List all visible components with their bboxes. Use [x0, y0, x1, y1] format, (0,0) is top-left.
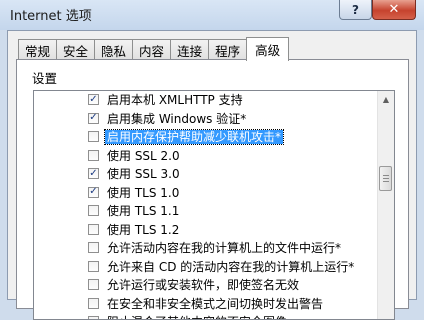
help-icon: ? — [352, 2, 359, 17]
setting-label: 允许运行或安装软件，即使签名无效 — [107, 278, 300, 292]
tab-connections-label: 连接 — [177, 43, 203, 59]
window-title: Internet 选项 — [10, 9, 92, 24]
tab-privacy-label: 隐私 — [101, 43, 127, 59]
setting-checkbox[interactable] — [88, 279, 99, 290]
tab-general[interactable]: 常规 — [18, 39, 58, 60]
tab-advanced[interactable]: 高级 — [246, 37, 290, 61]
setting-row[interactable]: 允许活动内容在我的计算机上的文件中运行* — [34, 239, 377, 258]
setting-row[interactable]: 阻止混合了其他内容的不安全图像 — [34, 313, 377, 319]
setting-row[interactable]: ✓ 启用本机 XMLHTTP 支持 — [34, 91, 377, 110]
setting-row[interactable]: 启用内存保护帮助减少联机攻击* — [34, 128, 377, 147]
advanced-panel: 设置 ✓ 启用本机 XMLHTTP 支持 ✓ 启用集成 Windows 验证* 启用内存… — [16, 59, 409, 320]
tab-strip: 常规 安全 隐私 内容 连接 程序 高级 — [18, 37, 290, 61]
setting-row[interactable]: 允许来自 CD 的活动内容在我的计算机上运行* — [34, 258, 377, 277]
settings-items: ✓ 启用本机 XMLHTTP 支持 ✓ 启用集成 Windows 验证* 启用内存保护帮… — [34, 91, 377, 319]
setting-label: 使用 TLS 1.1 — [107, 204, 180, 218]
close-icon: ✕ — [388, 2, 400, 17]
scroll-up-arrow-icon[interactable]: ▲ — [378, 91, 394, 108]
setting-row[interactable]: 在安全和非安全模式之间切换时发出警告 — [34, 295, 377, 314]
scrollbar-thumb[interactable] — [379, 166, 392, 191]
setting-label: 启用本机 XMLHTTP 支持 — [107, 93, 243, 107]
close-button[interactable]: ✕ — [372, 0, 416, 20]
setting-checkbox[interactable] — [88, 316, 99, 319]
tab-advanced-label: 高级 — [255, 43, 281, 58]
setting-checkbox[interactable] — [88, 242, 99, 253]
setting-checkbox[interactable]: ✓ — [88, 94, 99, 105]
tab-general-label: 常规 — [25, 43, 51, 59]
setting-checkbox[interactable] — [88, 131, 99, 142]
vertical-scrollbar[interactable]: ▲ — [377, 91, 394, 319]
setting-checkbox[interactable] — [88, 149, 99, 161]
setting-row[interactable]: 使用 TLS 1.1 — [34, 202, 377, 221]
setting-label: 允许来自 CD 的活动内容在我的计算机上运行* — [107, 259, 355, 274]
tab-security-label: 安全 — [63, 43, 89, 59]
setting-label: 启用内存保护帮助减少联机攻击* — [103, 129, 285, 145]
setting-label: 使用 SSL 2.0 — [107, 148, 180, 163]
setting-row[interactable]: ✓ 使用 TLS 1.0 — [34, 184, 377, 203]
setting-checkbox[interactable] — [88, 297, 99, 309]
setting-checkbox[interactable] — [88, 260, 99, 272]
checkmark-icon: ✓ — [89, 93, 98, 105]
setting-checkbox[interactable]: ✓ — [88, 112, 99, 124]
setting-label: 使用 TLS 1.0 — [107, 185, 180, 200]
setting-label: 启用集成 Windows 验证* — [107, 111, 247, 126]
setting-checkbox[interactable]: ✓ — [88, 186, 99, 198]
setting-row[interactable]: ✓ 使用 SSL 3.0 — [34, 165, 377, 184]
checkmark-icon: ✓ — [89, 112, 98, 123]
internet-options-dialog: 常规 安全 隐私 内容 连接 程序 高级 设置 ✓ 启用本机 XMLHTTP 支持… — [7, 30, 417, 320]
setting-label: 在安全和非安全模式之间切换时发出警告 — [107, 296, 324, 311]
tab-security[interactable]: 安全 — [56, 39, 96, 60]
tab-content[interactable]: 内容 — [132, 39, 172, 60]
setting-checkbox[interactable] — [88, 205, 99, 216]
setting-label: 使用 TLS 1.2 — [107, 222, 180, 237]
setting-row[interactable]: ✓ 启用集成 Windows 验证* — [34, 110, 377, 129]
setting-label: 允许活动内容在我的计算机上的文件中运行* — [107, 241, 342, 255]
setting-checkbox[interactable] — [88, 223, 99, 235]
checkmark-icon: ✓ — [89, 186, 98, 197]
checkmark-icon: ✓ — [89, 167, 98, 179]
help-button[interactable]: ? — [339, 0, 372, 20]
tab-programs[interactable]: 程序 — [208, 39, 248, 60]
tab-programs-label: 程序 — [215, 43, 241, 59]
setting-row[interactable]: 使用 TLS 1.2 — [34, 221, 377, 240]
setting-checkbox[interactable]: ✓ — [88, 168, 99, 179]
settings-tree-list[interactable]: ✓ 启用本机 XMLHTTP 支持 ✓ 启用集成 Windows 验证* 启用内存保护帮… — [33, 90, 395, 320]
setting-label: 使用 SSL 3.0 — [107, 167, 180, 181]
setting-row[interactable]: 允许运行或安装软件，即使签名无效 — [34, 276, 377, 295]
title-bar: Internet 选项 ? ✕ — [0, 0, 424, 30]
settings-group-label: 设置 — [32, 71, 58, 86]
setting-label: 阻止混合了其他内容的不安全图像 — [105, 315, 289, 319]
tab-privacy[interactable]: 隐私 — [94, 39, 134, 60]
setting-row[interactable]: 使用 SSL 2.0 — [34, 147, 377, 166]
tab-connections[interactable]: 连接 — [170, 39, 210, 60]
tab-content-label: 内容 — [139, 43, 165, 59]
